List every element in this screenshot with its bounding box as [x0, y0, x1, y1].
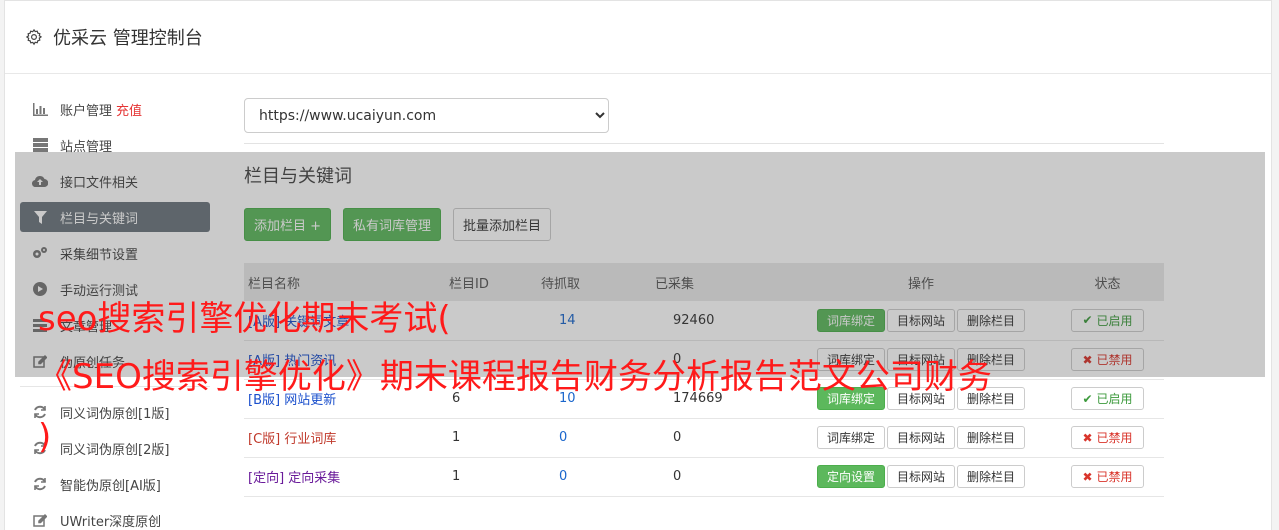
- column-id: 1: [449, 418, 541, 458]
- sidebar-item-label: 同义词伪原创[1版]: [60, 406, 170, 422]
- overlay-headline-2: 《SEO搜索引擎优化》期末课程报告财务分析报告范文公司财务: [38, 357, 992, 397]
- table-row: [C版] 行业词库 1 0 0 词库绑定 目标网站 删除栏目 ✖ 已禁用: [244, 418, 1164, 458]
- delete-column-button[interactable]: 删除栏目: [957, 465, 1026, 488]
- overlay-headline-3: ): [38, 417, 52, 457]
- card-header: 优采云 管理控制台: [5, 1, 1271, 74]
- server-icon: [32, 137, 48, 153]
- sidebar-item-label: 账户管理: [60, 103, 113, 119]
- sidebar-item-ai-rewrite[interactable]: 智能伪原创[AI版]: [20, 469, 210, 499]
- site-select[interactable]: https://www.ucaiyun.com: [244, 98, 609, 133]
- status-label: 已禁用: [1096, 470, 1133, 484]
- check-icon: ✔: [1082, 391, 1093, 406]
- status-cell: ✖ 已禁用: [1051, 457, 1164, 497]
- version-tag: [定向]: [248, 471, 285, 486]
- pending-count: 0: [541, 457, 655, 497]
- status-toggle[interactable]: ✖ 已禁用: [1071, 465, 1144, 488]
- bar-chart-icon: [32, 101, 48, 117]
- column-name[interactable]: 行业词库: [284, 432, 336, 447]
- status-toggle[interactable]: ✖ 已禁用: [1071, 426, 1144, 449]
- edit-icon: [32, 512, 48, 528]
- status-label: 已启用: [1096, 392, 1133, 406]
- pending-count: 0: [541, 418, 655, 458]
- collected-count: 0: [655, 457, 791, 497]
- gear-icon: [25, 28, 43, 46]
- version-tag: [C版]: [248, 432, 281, 447]
- status-toggle[interactable]: ✔ 已启用: [1071, 387, 1144, 410]
- operations-cell: 词库绑定 目标网站 删除栏目: [791, 418, 1051, 458]
- operations-cell: 定向设置 目标网站 删除栏目: [791, 457, 1051, 497]
- status-cell: ✔ 已启用: [1051, 379, 1164, 419]
- target-site-button[interactable]: 目标网站: [886, 426, 955, 449]
- bind-library-button[interactable]: 词库绑定: [816, 426, 885, 449]
- cross-icon: ✖: [1082, 430, 1093, 445]
- overlay-headline-1: seo搜索引擎优化期末考试(: [38, 299, 451, 339]
- sidebar-item-uwriter[interactable]: UWriter深度原创: [20, 505, 210, 530]
- sidebar-item-label: 同义词伪原创[2版]: [60, 442, 170, 458]
- target-site-button[interactable]: 目标网站: [886, 465, 955, 488]
- recharge-link[interactable]: 充值: [116, 100, 142, 119]
- page-title: 优采云 管理控制台: [53, 28, 203, 49]
- status-cell: ✖ 已禁用: [1051, 418, 1164, 458]
- sidebar-item-label: 智能伪原创[AI版]: [60, 478, 161, 494]
- sidebar-item-label: UWriter深度原创: [60, 514, 162, 530]
- collected-count: 0: [655, 418, 791, 458]
- sidebar-item-account[interactable]: 账户管理 充值: [20, 94, 210, 124]
- delete-column-button[interactable]: 删除栏目: [957, 426, 1026, 449]
- column-name-cell: [C版] 行业词库: [244, 418, 449, 458]
- cross-icon: ✖: [1082, 469, 1093, 484]
- divider: [244, 143, 1164, 144]
- column-id: 1: [449, 457, 541, 497]
- refresh-icon: [32, 476, 48, 492]
- status-label: 已禁用: [1096, 431, 1133, 445]
- bind-library-button[interactable]: 定向设置: [816, 465, 885, 488]
- table-row: [定向] 定向采集 1 0 0 定向设置 目标网站 删除栏目 ✖ 已禁用: [244, 457, 1164, 497]
- column-name-cell: [定向] 定向采集: [244, 457, 449, 497]
- column-name[interactable]: 定向采集: [288, 471, 340, 486]
- dim-overlay: [15, 152, 1265, 377]
